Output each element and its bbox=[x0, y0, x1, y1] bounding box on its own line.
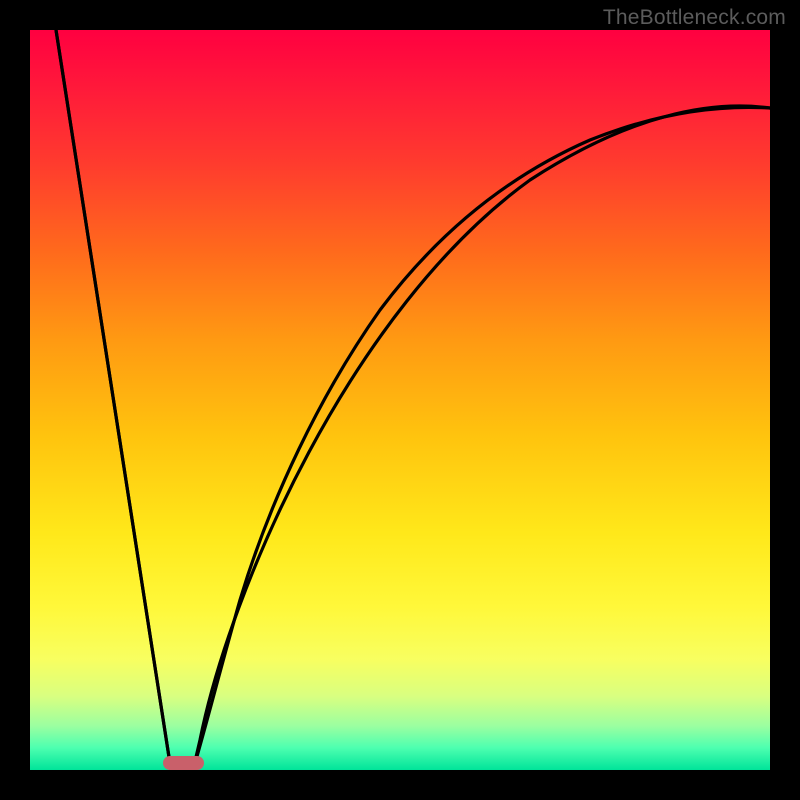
right-branch-path bbox=[193, 107, 770, 770]
curve-path-precise bbox=[56, 30, 171, 770]
curve-path bbox=[56, 30, 770, 770]
optimal-marker bbox=[163, 756, 204, 770]
plot-area bbox=[30, 30, 770, 770]
watermark-text: TheBottleneck.com bbox=[603, 6, 786, 30]
chart-frame: TheBottleneck.com bbox=[0, 0, 800, 800]
bottleneck-curve bbox=[30, 30, 770, 770]
